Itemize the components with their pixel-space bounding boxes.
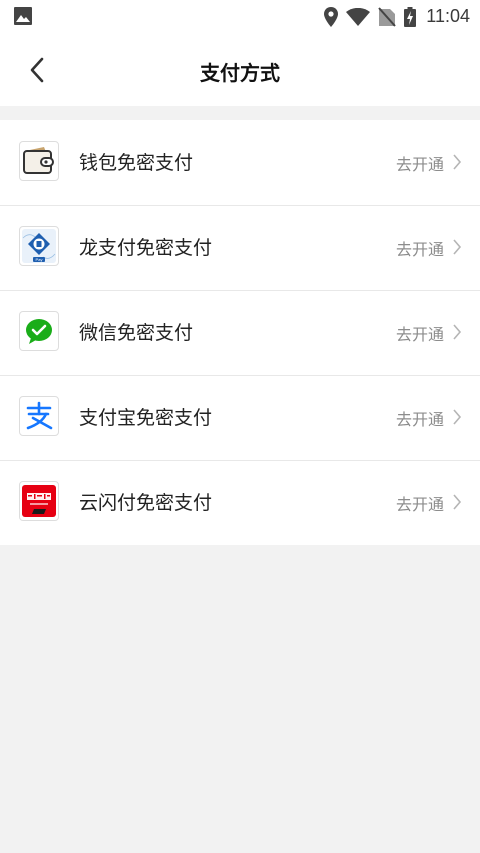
payment-row-label: 支付宝免密支付 — [79, 407, 213, 429]
section-divider — [0, 106, 480, 120]
payment-row-alipay[interactable]: 支付宝免密支付 去开通 — [0, 375, 480, 460]
activate-link[interactable]: 去开通 — [396, 151, 444, 175]
payment-row-longpay[interactable]: Pay 龙支付免密支付 去开通 — [0, 205, 480, 290]
payment-row-wallet[interactable]: 钱包免密支付 去开通 — [0, 120, 480, 205]
payment-row-label: 钱包免密支付 — [79, 152, 194, 174]
wallet-icon — [19, 141, 59, 181]
unionpay-quickpass-icon — [19, 481, 59, 521]
wifi-icon — [346, 7, 371, 26]
activate-link[interactable]: 去开通 — [396, 236, 444, 260]
svg-text:Pay: Pay — [36, 257, 43, 262]
activate-link[interactable]: 去开通 — [396, 406, 444, 430]
navigation-bar: 支付方式 — [0, 33, 480, 106]
longpay-icon: Pay — [19, 226, 59, 266]
no-sim-icon — [378, 6, 397, 27]
alipay-icon — [19, 396, 59, 436]
payment-row-wechat[interactable]: 微信免密支付 去开通 — [0, 290, 480, 375]
activate-link[interactable]: 去开通 — [396, 321, 444, 345]
payment-row-label: 龙支付免密支付 — [79, 237, 213, 259]
clock: 11:04 — [426, 6, 470, 26]
payment-row-label: 云闪付免密支付 — [79, 492, 213, 514]
page-title: 支付方式 — [200, 61, 280, 85]
status-bar: 11:04 — [0, 0, 480, 33]
battery-charging-icon — [404, 6, 417, 27]
chevron-right-icon — [453, 494, 462, 510]
payment-row-quickpass[interactable]: 云闪付免密支付 去开通 — [0, 460, 480, 545]
chevron-right-icon — [453, 324, 462, 340]
wechat-icon — [19, 311, 59, 351]
payment-row-label: 微信免密支付 — [79, 322, 194, 344]
payment-method-list: 钱包免密支付 去开通 Pay 龙支付免密支付 去开通 微信免密支付 去开通 支付… — [0, 120, 480, 545]
chevron-right-icon — [453, 409, 462, 425]
activate-link[interactable]: 去开通 — [396, 491, 444, 515]
image-icon — [13, 6, 33, 30]
chevron-right-icon — [453, 154, 462, 170]
location-icon — [324, 6, 339, 27]
chevron-right-icon — [453, 239, 462, 255]
